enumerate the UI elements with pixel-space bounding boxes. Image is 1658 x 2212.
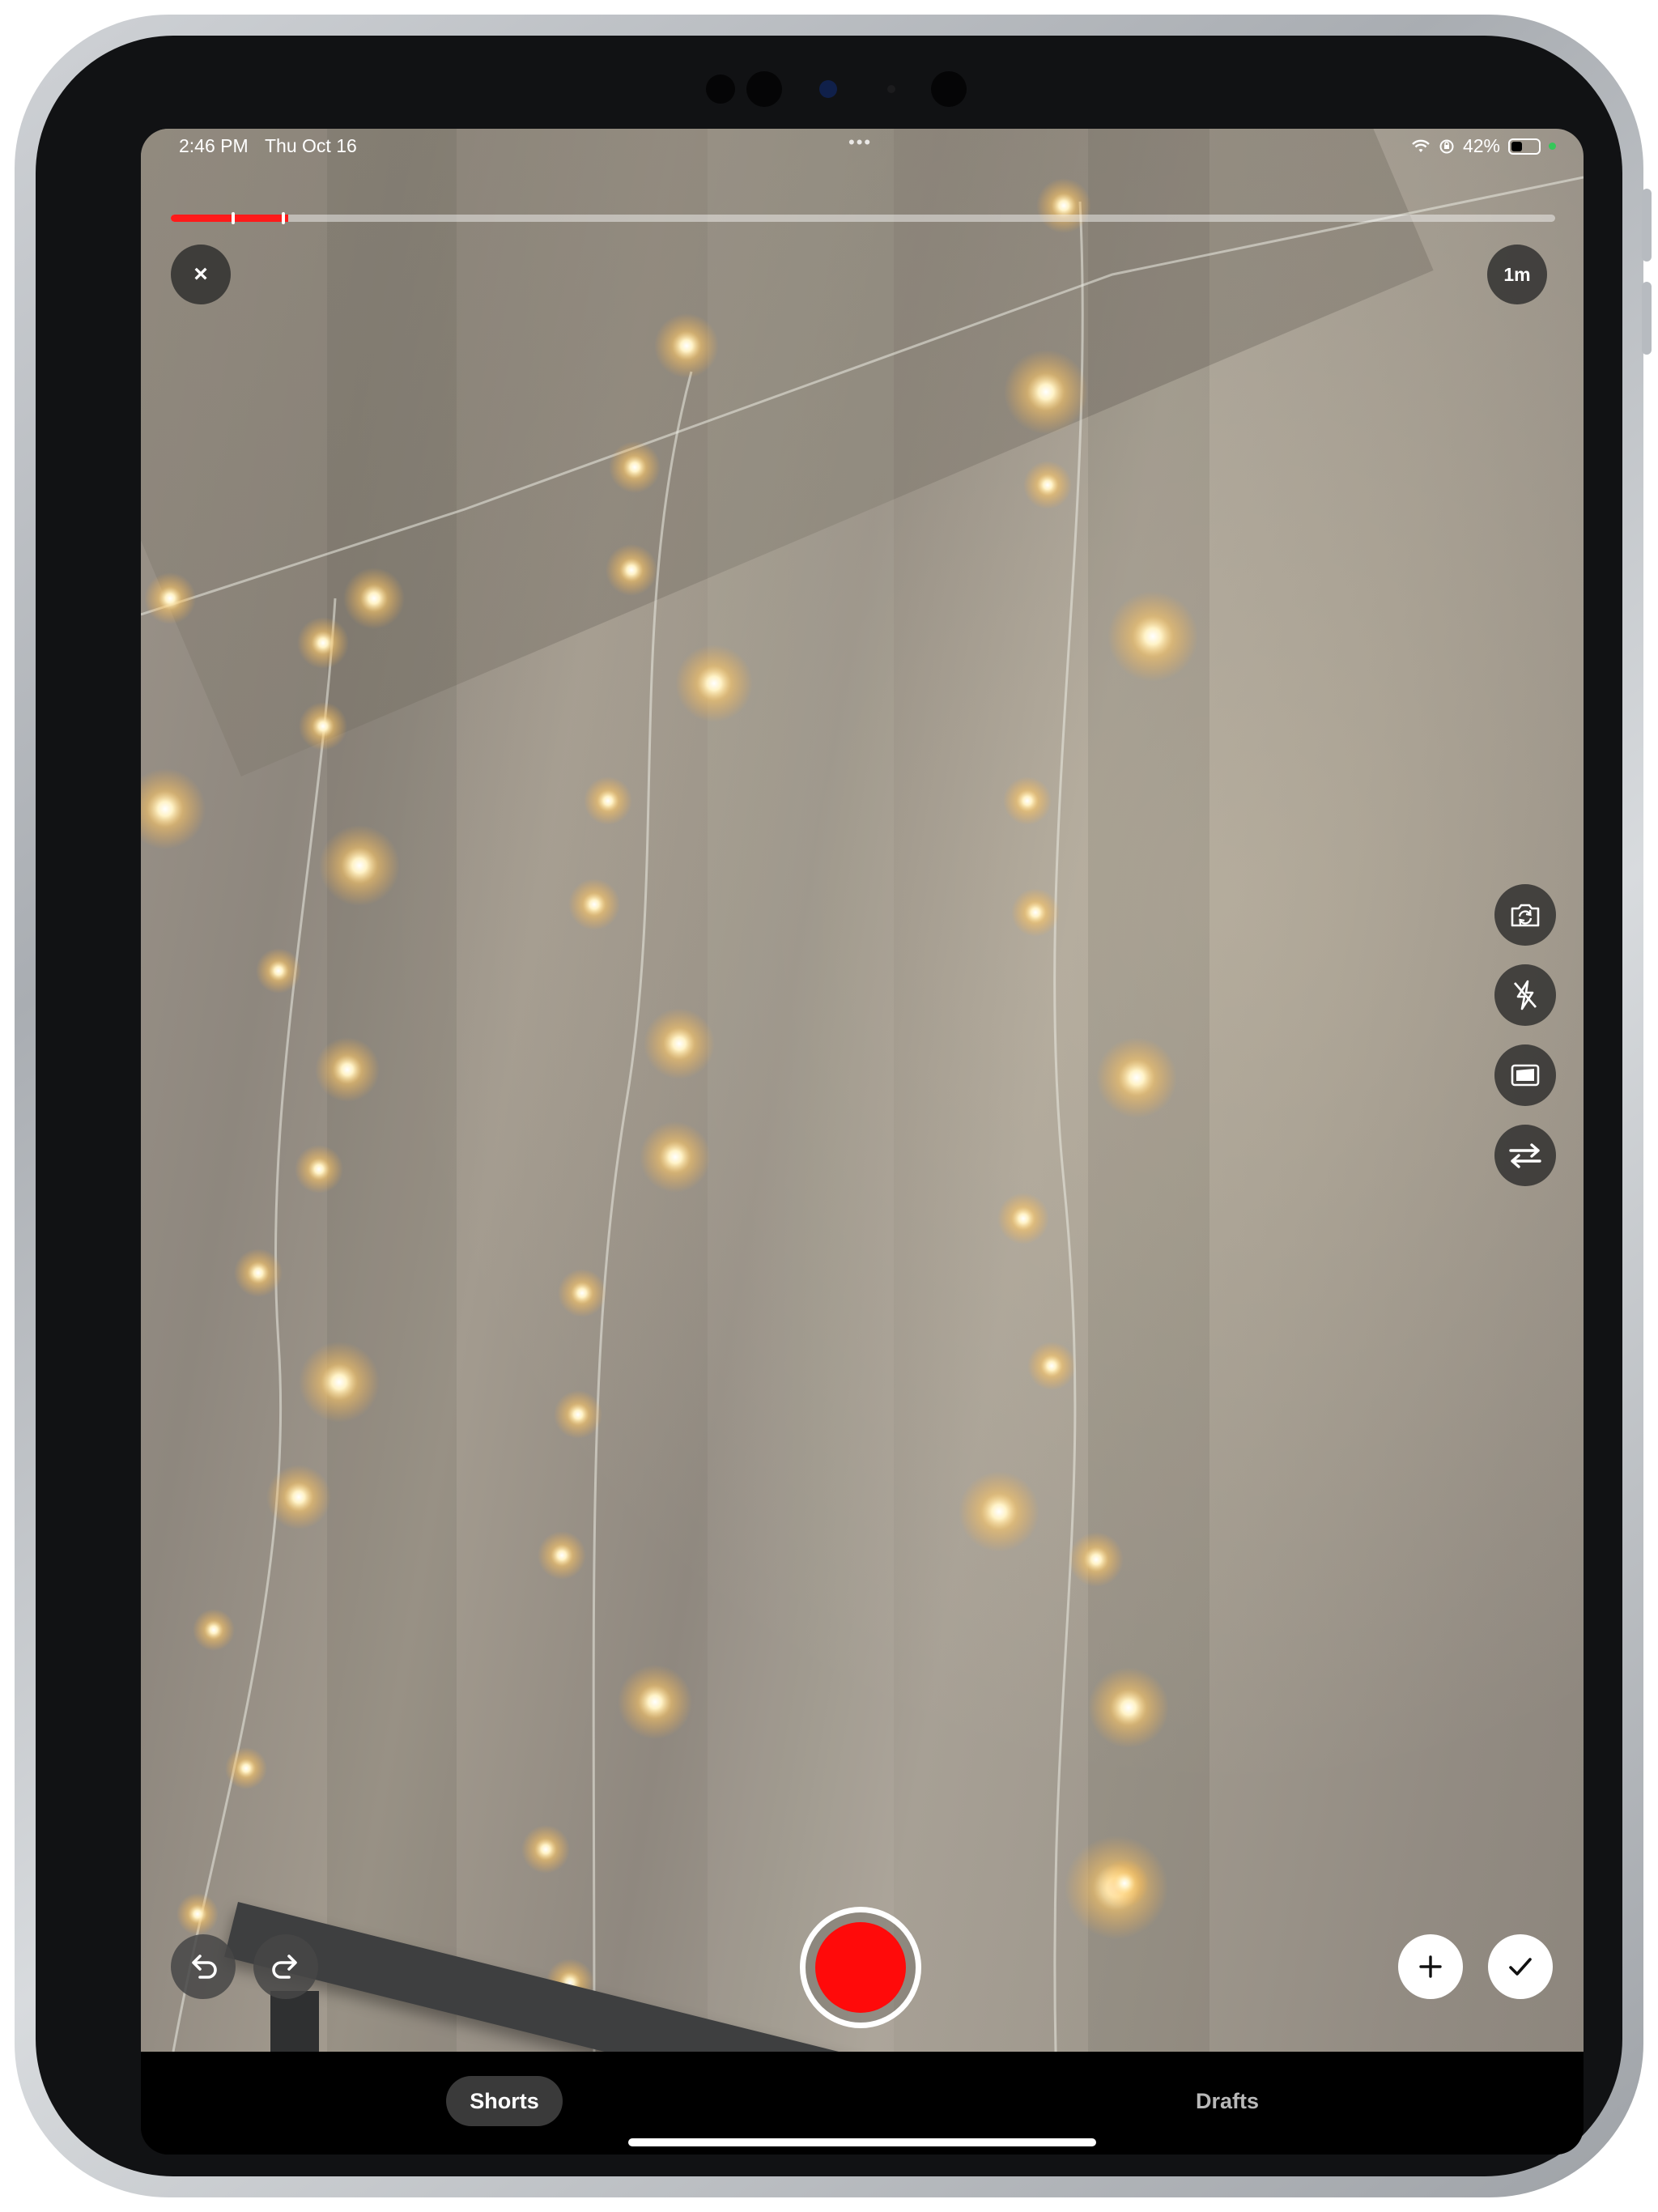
- light-bulb: [1107, 591, 1198, 682]
- light-bulb: [538, 1531, 586, 1580]
- light-bulb: [176, 1893, 219, 1935]
- light-bulb: [584, 776, 632, 825]
- duration-button[interactable]: 1m: [1487, 245, 1547, 304]
- record-indicator: [815, 1922, 906, 2013]
- add-clip-button[interactable]: [1398, 1934, 1463, 1999]
- light-bulb: [997, 1193, 1049, 1244]
- app-screen: 2:46 PM Thu Oct 16 ••• 42% × 1m Shorts D…: [141, 129, 1584, 2155]
- light-bulb: [558, 1269, 606, 1317]
- record-button[interactable]: [800, 1907, 921, 2028]
- recording-progress-bar: [171, 212, 1555, 224]
- volume-down-button: [1642, 282, 1652, 355]
- light-bulb: [299, 1342, 380, 1423]
- light-bulb: [234, 1249, 283, 1297]
- light-bulb: [1069, 1532, 1124, 1587]
- plus-icon: [1419, 1955, 1442, 1978]
- front-camera-array: [36, 71, 1622, 107]
- green-screen-button[interactable]: [1494, 1044, 1556, 1106]
- status-time: 2:46 PM: [179, 135, 249, 156]
- light-bulb: [644, 1008, 715, 1079]
- light-bulb: [295, 1145, 343, 1193]
- light-bulb: [1011, 888, 1060, 937]
- light-bulb: [1003, 776, 1052, 825]
- status-indicators: 42%: [1411, 135, 1556, 157]
- multitasking-dots[interactable]: •••: [848, 132, 872, 153]
- sensor-dot: [746, 71, 782, 107]
- light-bulb: [343, 568, 405, 629]
- light-bulb: [1036, 178, 1091, 233]
- light-bulb: [568, 878, 620, 930]
- home-indicator[interactable]: [628, 2138, 1096, 2146]
- battery-percent: 42%: [1462, 135, 1500, 156]
- front-camera-lens: [819, 80, 837, 98]
- light-bulb: [1096, 1037, 1177, 1118]
- light-bulb: [144, 572, 196, 624]
- picture-frame-icon: [1511, 1064, 1540, 1087]
- battery-level: [1511, 141, 1522, 151]
- light-bulb: [606, 544, 657, 596]
- redo-button[interactable]: [253, 1934, 318, 1999]
- flip-camera-button[interactable]: [1494, 884, 1556, 946]
- close-icon: ×: [193, 261, 208, 287]
- light-bulb: [297, 617, 349, 669]
- sensor-dot: [931, 71, 967, 107]
- status-date: Thu Oct 16: [265, 135, 357, 156]
- segment-marker: [281, 212, 285, 224]
- light-bulb: [554, 1390, 602, 1439]
- redo-icon: [272, 1955, 297, 1979]
- light-bulb: [299, 702, 347, 751]
- volume-up-button: [1642, 189, 1652, 262]
- sensor-dot: [887, 85, 895, 93]
- light-bulb: [640, 1121, 711, 1193]
- undo-icon: [192, 1955, 217, 1979]
- orientation-lock-icon: [1439, 139, 1454, 153]
- segment-marker: [231, 212, 235, 224]
- light-bulbs: [141, 178, 1198, 2007]
- recording-progress-fill: [171, 215, 289, 222]
- swap-arrows-icon: [1509, 1143, 1541, 1168]
- light-bulb: [1100, 1859, 1149, 1908]
- sensor-dot: [706, 74, 735, 104]
- close-button[interactable]: ×: [171, 245, 231, 304]
- light-bulb: [315, 1037, 380, 1102]
- light-bulb: [141, 768, 206, 849]
- bed-leg: [270, 1991, 319, 2052]
- light-bulb: [1027, 1342, 1076, 1390]
- status-bar: 2:46 PM Thu Oct 16 ••• 42%: [141, 129, 1584, 177]
- light-bulb: [609, 441, 661, 493]
- light-bulb: [256, 948, 301, 993]
- undo-button[interactable]: [171, 1934, 236, 1999]
- ipad-device-frame: 2:46 PM Thu Oct 16 ••• 42% × 1m Shorts D…: [15, 15, 1652, 2197]
- light-bulb: [225, 1747, 267, 1789]
- light-bulb: [1004, 350, 1088, 434]
- light-bulb: [521, 1825, 570, 1874]
- tab-shorts[interactable]: Shorts: [446, 2076, 563, 2126]
- light-bulb: [266, 1465, 331, 1529]
- camera-rotate-icon: [1511, 904, 1540, 927]
- device-bezel: 2:46 PM Thu Oct 16 ••• 42% × 1m Shorts D…: [36, 36, 1622, 2176]
- camera-in-use-dot: [1549, 143, 1556, 150]
- done-button[interactable]: [1488, 1934, 1553, 1999]
- light-bulb: [1023, 461, 1072, 509]
- duration-label: 1m: [1503, 263, 1531, 285]
- tab-drafts[interactable]: Drafts: [1169, 2076, 1286, 2126]
- light-bulb: [319, 825, 400, 906]
- light-bulb: [618, 1665, 692, 1739]
- light-bulb: [193, 1609, 235, 1651]
- camera-viewfinder[interactable]: [141, 129, 1584, 2052]
- swap-button[interactable]: [1494, 1125, 1556, 1186]
- flash-toggle-button[interactable]: [1494, 964, 1556, 1026]
- light-bulb: [959, 1471, 1039, 1552]
- light-bulb: [675, 644, 753, 722]
- battery-icon: [1508, 138, 1541, 155]
- string-lights: [141, 176, 1584, 2052]
- flash-off-icon: [1513, 980, 1537, 1010]
- checkmark-icon: [1509, 1958, 1532, 1976]
- light-bulb: [1088, 1667, 1169, 1748]
- wifi-icon: [1412, 139, 1430, 152]
- tab-shorts-label: Shorts: [470, 2088, 539, 2113]
- light-bulb: [654, 313, 719, 378]
- tab-drafts-label: Drafts: [1195, 2088, 1260, 2113]
